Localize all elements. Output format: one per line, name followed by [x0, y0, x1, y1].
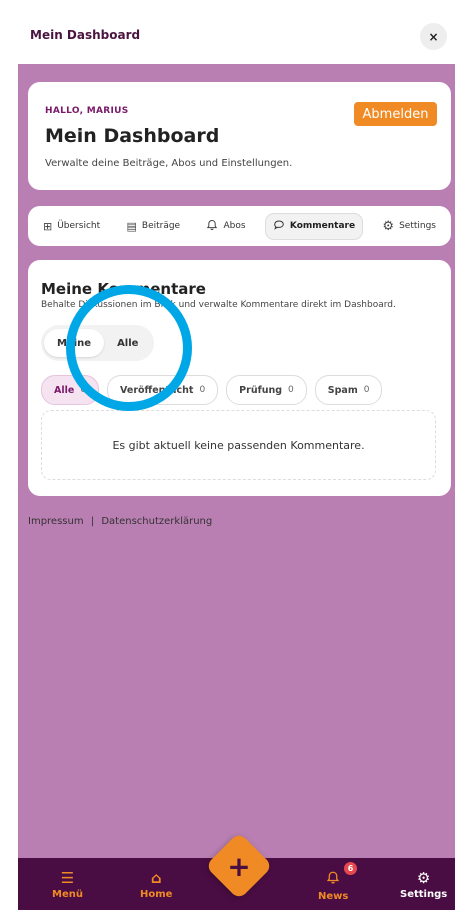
page-subtitle: Verwalte deine Beiträge, Abos und Einste… [45, 158, 293, 169]
tab-settings[interactable]: ⚙ Settings [375, 214, 443, 239]
empty-state: Es gibt aktuell keine passenden Kommenta… [41, 410, 436, 480]
close-button[interactable]: × [420, 23, 447, 50]
tab-label: Abos [223, 221, 246, 231]
nav-label: Settings [400, 889, 448, 900]
tab-overview[interactable]: ⊞ Übersicht [36, 215, 107, 238]
filter-count: 0 [363, 385, 370, 395]
news-badge: 6 [344, 862, 357, 875]
plus-icon: + [227, 849, 251, 883]
tab-label: Beiträge [141, 221, 181, 231]
filter-count: 0 [288, 385, 294, 395]
page-title: Mein Dashboard [45, 125, 220, 147]
window-title: Mein Dashboard [30, 28, 141, 42]
footer-links: Impressum | Datenschutzerklärung [28, 516, 216, 527]
filter-label: Prüfung [239, 384, 283, 396]
home-icon: ⌂ [150, 869, 162, 887]
tab-comments[interactable]: Kommentare [264, 212, 364, 240]
logout-button[interactable]: Abmelden [354, 102, 437, 126]
tab-posts[interactable]: ▤ Beiträge [119, 215, 187, 238]
tab-label: Übersicht [57, 221, 101, 231]
nav-label: Menü [52, 889, 83, 900]
dashboard-tabs: ⊞ Übersicht ▤ Beiträge Abos Kommentare ⚙… [28, 206, 451, 246]
filter-label: Spam [327, 384, 358, 396]
nav-settings[interactable]: ⚙ Settings [400, 870, 447, 900]
grid-icon: ⊞ [43, 219, 53, 233]
chat-icon [273, 219, 285, 234]
tab-label: Settings [399, 221, 436, 231]
highlight-circle [66, 285, 192, 411]
tab-subscriptions[interactable]: Abos [199, 214, 252, 239]
filter-review[interactable]: Prüfung 0 [226, 375, 307, 405]
filter-spam[interactable]: Spam 0 [314, 375, 383, 405]
title-bar: Mein Dashboard × [18, 8, 455, 64]
nav-label: News [318, 891, 349, 902]
filter-count: 0 [199, 385, 206, 395]
gear-icon: ⚙ [416, 869, 431, 887]
filter-label: Alle [54, 384, 75, 396]
greeting: HALLO, MARIUS [45, 106, 129, 116]
gear-icon: ⚙ [382, 218, 395, 234]
footer-separator: | [90, 516, 95, 527]
add-button[interactable]: + [215, 842, 263, 890]
nav-label: Home [140, 889, 173, 900]
document-icon: ▤ [126, 219, 137, 233]
nav-menu[interactable]: ☰ Menü [52, 870, 83, 900]
app-frame: Mein Dashboard × HALLO, MARIUS Abmelden … [18, 8, 455, 910]
bell-icon [326, 870, 340, 888]
impressum-link[interactable]: Impressum [28, 516, 84, 527]
nav-home[interactable]: ⌂ Home [140, 870, 172, 900]
dashboard-header-card: HALLO, MARIUS Abmelden Mein Dashboard Ve… [28, 82, 451, 190]
nav-news[interactable]: News [318, 870, 348, 902]
hamburger-icon: ☰ [60, 869, 75, 887]
privacy-link[interactable]: Datenschutzerklärung [101, 516, 212, 527]
tab-label: Kommentare [289, 221, 356, 231]
bell-icon [206, 219, 218, 234]
